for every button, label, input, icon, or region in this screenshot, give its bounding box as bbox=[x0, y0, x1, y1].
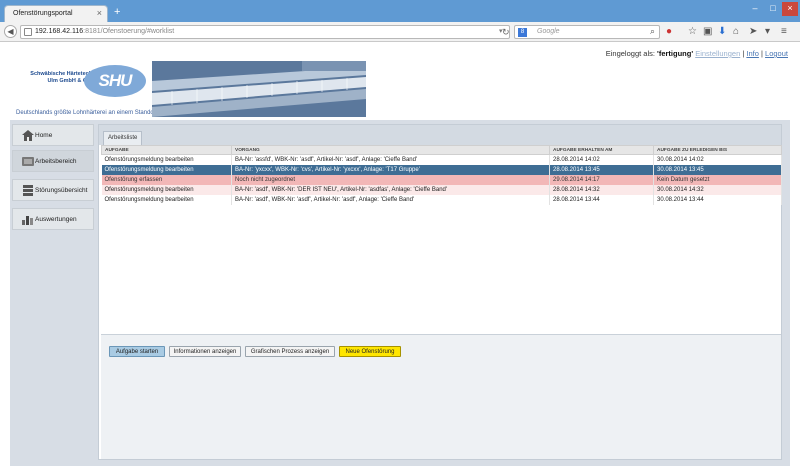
browser-titlebar: Ofenstörungsportal × + – □ × bbox=[0, 0, 800, 22]
url-text: 192.168.42.116:8181/Ofenstoerung/#workli… bbox=[35, 28, 174, 35]
page-icon bbox=[24, 28, 32, 36]
separator: | bbox=[761, 49, 763, 58]
login-status: Eingeloggt als: 'fertigung' Einstellunge… bbox=[606, 49, 788, 58]
cell-erledigen: 30.08.2014 14:32 bbox=[653, 184, 782, 195]
browser-tab-title: Ofenstörungsportal bbox=[13, 10, 73, 17]
action-bar: Aufgabe starten Informationen anzeigen G… bbox=[101, 334, 781, 459]
company-logo: SHU bbox=[84, 65, 146, 97]
window-minimize-icon[interactable]: – bbox=[746, 2, 764, 16]
logged-user: 'fertigung' bbox=[657, 49, 694, 58]
sidebar-item-label: Arbeitsbereich bbox=[35, 158, 77, 165]
factory-banner-image bbox=[152, 61, 366, 117]
settings-link[interactable]: Einstellungen bbox=[695, 49, 740, 58]
column-header-erhalten[interactable]: Aufgabe erhalten am bbox=[549, 145, 654, 155]
cell-vorgang: BA-Nr: 'asdf', WBK-Nr: 'asdf', Artikel-N… bbox=[231, 194, 550, 205]
show-process-graph-button[interactable]: Grafischen Prozess anzeigen bbox=[245, 346, 335, 357]
cell-erledigen: 30.08.2014 13:44 bbox=[653, 194, 782, 205]
table-row-selected[interactable]: Ofenstörungsmeldung bearbeiten BA-Nr: 'y… bbox=[101, 164, 782, 175]
new-furnace-fault-button[interactable]: Neue Ofenstörung bbox=[339, 346, 401, 357]
table-row[interactable]: Ofenstörungsmeldung bearbeiten BA-Nr: 'a… bbox=[101, 184, 782, 195]
cell-aufgabe: Ofenstörung erfassen bbox=[101, 174, 232, 185]
column-header-erledigen[interactable]: Aufgabe zu erledigen bis bbox=[653, 145, 782, 155]
window-maximize-icon[interactable]: □ bbox=[764, 2, 782, 16]
bar-chart-icon bbox=[22, 216, 33, 225]
panel-header: Arbeitsliste bbox=[99, 125, 781, 145]
new-tab-icon[interactable]: + bbox=[114, 7, 120, 18]
cell-erhalten: 28.08.2014 14:32 bbox=[549, 184, 654, 195]
clipboard-icon[interactable]: ▣ bbox=[703, 26, 712, 38]
tab-close-icon[interactable]: × bbox=[97, 8, 102, 18]
cell-erhalten: 29.08.2014 14:17 bbox=[549, 174, 654, 185]
reload-icon[interactable]: ↻ bbox=[502, 27, 510, 38]
workspace-icon bbox=[22, 157, 34, 166]
table-row[interactable]: Ofenstörungsmeldung bearbeiten BA-Nr: 'a… bbox=[101, 194, 782, 205]
cell-erledigen: 30.08.2014 13:45 bbox=[653, 164, 782, 175]
url-host: 192.168.42.116 bbox=[35, 28, 84, 35]
info-link[interactable]: Info bbox=[746, 49, 759, 58]
cell-erledigen: 30.08.2014 14:02 bbox=[653, 154, 782, 165]
browser-tab[interactable]: Ofenstörungsportal × bbox=[4, 5, 108, 22]
sidebar-item-auswertungen[interactable]: Auswertungen bbox=[12, 208, 94, 230]
sidebar-item-stoerungsuebersicht[interactable]: Störungsübersicht bbox=[12, 179, 94, 201]
table-row[interactable]: Ofenstörung erfassen Noch nicht zugeordn… bbox=[101, 174, 782, 185]
worklist-table: Aufgabe Vorgang Aufgabe erhalten am Aufg… bbox=[101, 145, 782, 205]
sidebar-item-home[interactable]: Home bbox=[12, 124, 94, 146]
download-icon[interactable]: ⬇ bbox=[718, 26, 726, 38]
home-icon bbox=[22, 130, 34, 141]
search-bar[interactable]: 8 Google ⌕ bbox=[514, 25, 660, 39]
company-tagline: Deutschlands größte Lohnhärterei an eine… bbox=[16, 110, 158, 116]
home-icon[interactable]: ⌂ bbox=[733, 26, 739, 38]
cell-erhalten: 28.08.2014 14:02 bbox=[549, 154, 654, 165]
logged-label: Eingeloggt als: bbox=[605, 49, 655, 58]
cell-erledigen: Kein Datum gesetzt bbox=[653, 174, 782, 185]
column-header-vorgang[interactable]: Vorgang bbox=[231, 145, 550, 155]
back-arrow-icon[interactable]: ◀ bbox=[4, 25, 17, 38]
cell-aufgabe: Ofenstörungsmeldung bearbeiten bbox=[101, 164, 232, 175]
cell-aufgabe: Ofenstörungsmeldung bearbeiten bbox=[101, 194, 232, 205]
sidebar-item-label: Auswertungen bbox=[35, 216, 77, 223]
address-bar[interactable]: 192.168.42.116:8181/Ofenstoerung/#workli… bbox=[20, 25, 510, 39]
table-header-row: Aufgabe Vorgang Aufgabe erhalten am Aufg… bbox=[101, 145, 782, 155]
sidebar-item-label: Home bbox=[35, 132, 53, 139]
sidebar-item-label: Störungsübersicht bbox=[35, 187, 88, 194]
menu-icon[interactable]: ≡ bbox=[781, 26, 787, 38]
cell-vorgang: BA-Nr: 'asdf', WBK-Nr: 'DER IST NEU', Ar… bbox=[231, 184, 550, 195]
cell-vorgang: Noch nicht zugeordnet bbox=[231, 174, 550, 185]
worklist-panel: Arbeitsliste Aufgabe Vorgang Aufgabe erh… bbox=[98, 124, 782, 460]
search-engine-icon[interactable]: 8 bbox=[518, 28, 527, 37]
window-close-icon[interactable]: × bbox=[782, 2, 798, 16]
cell-erhalten: 28.08.2014 13:44 bbox=[549, 194, 654, 205]
cell-aufgabe: Ofenstörungsmeldung bearbeiten bbox=[101, 184, 232, 195]
start-task-button[interactable]: Aufgabe starten bbox=[109, 346, 165, 357]
table-row[interactable]: Ofenstörungsmeldung bearbeiten BA-Nr: 'a… bbox=[101, 154, 782, 165]
dropdown-icon[interactable]: ▾ bbox=[765, 26, 770, 38]
database-icon bbox=[23, 185, 33, 196]
cell-aufgabe: Ofenstörungsmeldung bearbeiten bbox=[101, 154, 232, 165]
bookmark-star-icon[interactable]: ☆ bbox=[688, 26, 697, 38]
cell-vorgang: BA-Nr: 'assfd', WBK-Nr: 'asdf', Artikel-… bbox=[231, 154, 550, 165]
column-header-aufgabe[interactable]: Aufgabe bbox=[101, 145, 232, 155]
tab-arbeitsliste[interactable]: Arbeitsliste bbox=[103, 131, 143, 145]
separator: | bbox=[742, 49, 745, 58]
sidebar-item-arbeitsbereich[interactable]: Arbeitsbereich bbox=[12, 150, 94, 172]
cell-erhalten: 28.08.2014 13:45 bbox=[549, 164, 654, 175]
search-placeholder: Google bbox=[537, 28, 560, 35]
show-info-button[interactable]: Informationen anzeigen bbox=[169, 346, 241, 357]
url-path: :8181/Ofenstoerung/#worklist bbox=[83, 28, 175, 35]
addon-icon[interactable]: ● bbox=[666, 26, 672, 38]
browser-toolbar: ◀ 192.168.42.116:8181/Ofenstoerung/#work… bbox=[0, 22, 800, 42]
cell-vorgang: BA-Nr: 'yxcxx', WBK-Nr: 'cvs', Artikel-N… bbox=[231, 164, 550, 175]
share-icon[interactable]: ➤ bbox=[749, 26, 757, 38]
search-magnifier-icon[interactable]: ⌕ bbox=[650, 26, 655, 37]
logout-link[interactable]: Logout bbox=[765, 49, 788, 58]
